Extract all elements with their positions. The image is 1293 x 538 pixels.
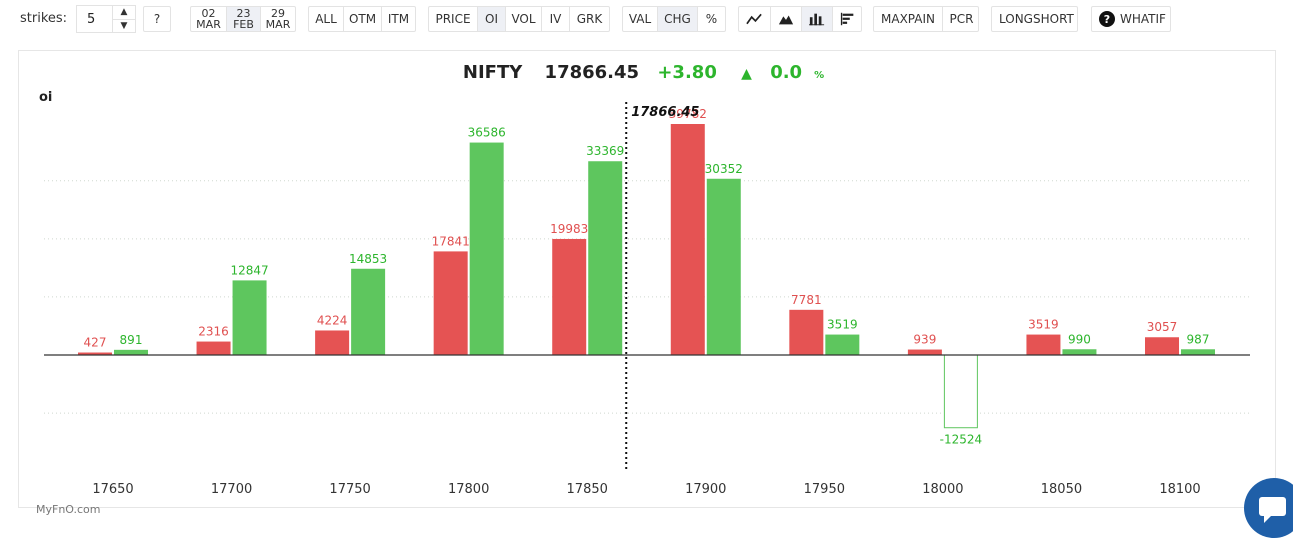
x-tick-label-8: 18050 [1041, 482, 1082, 497]
data-label-s1-0: 891 [120, 333, 143, 347]
bar-s0-6 [789, 309, 824, 355]
bar-s0-1 [196, 341, 231, 355]
bar-s1-3 [469, 142, 504, 355]
data-label-s0-7: 939 [913, 333, 936, 347]
bar-s1-5 [706, 178, 741, 355]
bar-s1-7 [943, 354, 978, 429]
data-label-s1-7: -12524 [940, 433, 983, 447]
bar-s0-4 [552, 238, 587, 355]
data-label-s1-3: 36586 [468, 126, 506, 140]
bar-s1-2 [351, 268, 386, 355]
data-label-s0-8: 3519 [1028, 318, 1059, 332]
data-label-s0-2: 4224 [317, 313, 348, 327]
bar-s1-4 [588, 161, 623, 355]
bar-s1-0 [114, 349, 148, 355]
bar-s0-3 [433, 251, 468, 355]
bar-s0-2 [315, 330, 350, 355]
x-tick-label-9: 18100 [1159, 482, 1200, 497]
data-label-s0-4: 19983 [550, 222, 588, 236]
x-tick-label-5: 17900 [685, 482, 726, 497]
spot-price-label: 17866.45 [631, 105, 699, 120]
data-label-s0-1: 2316 [198, 325, 229, 339]
x-tick-label-1: 17700 [211, 482, 252, 497]
y-axis-label: oi [39, 90, 52, 105]
bar-s1-9 [1181, 349, 1215, 355]
data-label-s1-2: 14853 [349, 252, 387, 266]
bar-s1-8 [1062, 349, 1097, 355]
x-tick-label-4: 17850 [567, 482, 608, 497]
x-tick-label-7: 18000 [922, 482, 963, 497]
bar-s0-8 [1026, 334, 1061, 355]
data-label-s1-8: 990 [1068, 332, 1091, 346]
bar-s0-9 [1145, 337, 1179, 355]
data-label-s0-6: 7781 [791, 293, 822, 307]
chat-bubble-icon [1259, 497, 1286, 523]
bar-s0-7 [907, 349, 942, 355]
x-tick-label-3: 17800 [448, 482, 489, 497]
x-tick-label-2: 17750 [329, 482, 370, 497]
data-label-s1-6: 3519 [827, 318, 858, 332]
brand-watermark: MyFnO.com [36, 503, 101, 516]
data-label-s0-0: 427 [84, 336, 107, 350]
data-label-s1-5: 30352 [705, 162, 743, 176]
oi-change-chart: oi4272316422417841199833978277819393519 3… [39, 90, 1250, 497]
chat-button[interactable] [1244, 478, 1293, 538]
x-tick-label-6: 17950 [804, 482, 845, 497]
data-label-s1-9: 987 [1187, 332, 1210, 346]
x-tick-label-0: 17650 [92, 482, 133, 497]
data-label-s1-4: 33369 [586, 144, 624, 158]
data-label-s0-9: 3057 [1147, 320, 1178, 334]
bar-s1-6 [825, 334, 860, 355]
bar-s1-1 [232, 280, 267, 355]
bar-s0-5 [670, 124, 705, 355]
data-label-s1-1: 12847 [230, 263, 268, 277]
data-label-s0-3: 17841 [432, 234, 470, 248]
